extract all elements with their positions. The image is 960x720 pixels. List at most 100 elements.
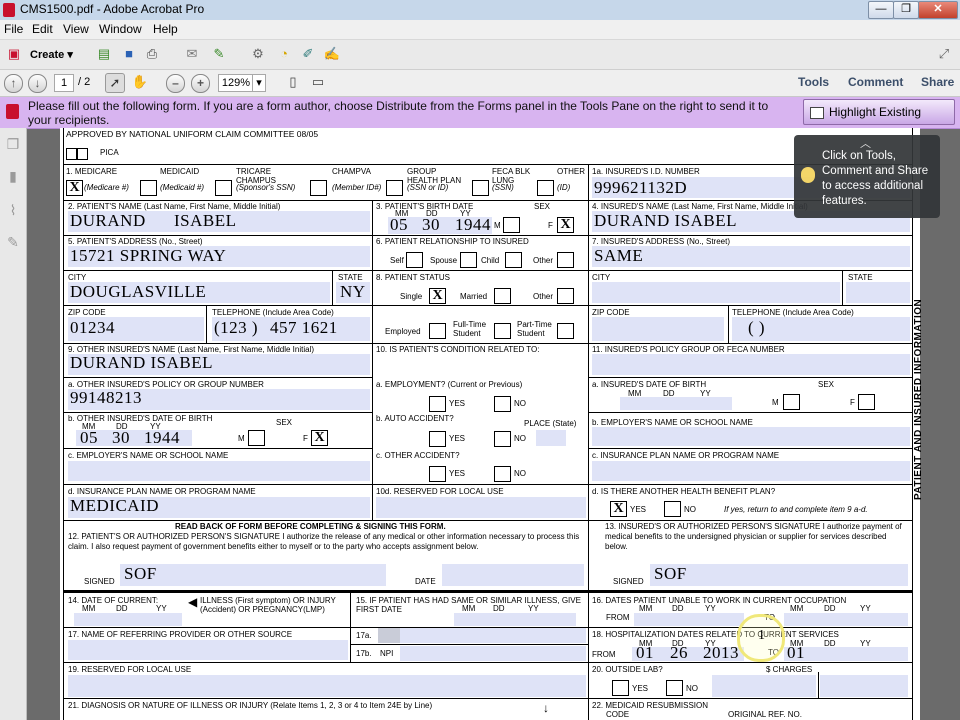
read-mode-icon[interactable]: ▭: [309, 73, 327, 91]
champva-checkbox[interactable]: [310, 180, 327, 196]
zoom-in-button[interactable]: +: [191, 74, 210, 93]
bookmarks-icon[interactable]: ▮: [5, 168, 21, 184]
parttime-checkbox[interactable]: [557, 323, 574, 339]
charges-cents-field[interactable]: [820, 675, 908, 697]
fulltime-checkbox[interactable]: [494, 323, 511, 339]
employment-yes-checkbox[interactable]: [429, 396, 446, 412]
next-page-icon[interactable]: ↓: [28, 74, 47, 93]
insured-zip-field[interactable]: [592, 317, 724, 341]
group-health-checkbox[interactable]: [386, 180, 403, 196]
highlight-text-icon[interactable]: ✐: [299, 45, 317, 63]
insured-signature-field[interactable]: [650, 564, 908, 586]
status-other-checkbox[interactable]: [557, 288, 574, 304]
tools-pane-button[interactable]: Tools: [798, 75, 829, 89]
other-program-checkbox[interactable]: [537, 180, 554, 196]
signature-date-field[interactable]: [442, 564, 584, 586]
tricare-sub: (Sponsor's SSN): [236, 183, 296, 192]
insured-female-checkbox[interactable]: [858, 394, 875, 410]
rel-other-checkbox[interactable]: [557, 252, 574, 268]
status-single-checkbox[interactable]: X: [429, 288, 446, 304]
create-button[interactable]: Create ▾: [30, 48, 73, 61]
zoom-level-input[interactable]: 129%: [218, 74, 254, 92]
insured-male-checkbox[interactable]: [783, 394, 800, 410]
page-thumbnails-icon[interactable]: ❐: [5, 136, 21, 152]
comment-pane-button[interactable]: Comment: [848, 75, 903, 89]
medicare-checkbox[interactable]: X: [66, 180, 83, 196]
other-employer-field[interactable]: [68, 461, 370, 481]
signatures-pen-icon[interactable]: ✎: [5, 234, 21, 250]
zoom-dropdown-icon[interactable]: ▾: [252, 74, 266, 92]
insured-city-field[interactable]: [592, 282, 840, 303]
comment-bubble-icon[interactable]: ◔: [275, 45, 293, 63]
other-accident-no-checkbox[interactable]: [494, 466, 511, 482]
edit-share-icon[interactable]: ✎: [210, 45, 228, 63]
maximize-button[interactable]: ❐: [893, 1, 919, 19]
rel-spouse-checkbox[interactable]: [460, 252, 477, 268]
employed-checkbox[interactable]: [429, 323, 446, 339]
save-icon[interactable]: ■: [120, 45, 138, 63]
auto-yes-checkbox[interactable]: [429, 431, 446, 447]
settings-gear-icon[interactable]: ⚙: [249, 45, 267, 63]
feca-checkbox[interactable]: [472, 180, 489, 196]
unable-to-field[interactable]: [784, 613, 908, 626]
tricare-checkbox[interactable]: [215, 180, 232, 196]
close-button[interactable]: ✕: [918, 1, 958, 19]
insured-state-field[interactable]: [846, 282, 910, 303]
another-plan-yes-checkbox[interactable]: X: [610, 501, 627, 517]
print-icon[interactable]: ⎙: [143, 45, 161, 63]
referring-provider-field[interactable]: [68, 640, 348, 660]
charges-field[interactable]: [712, 675, 816, 697]
hand-tool-icon[interactable]: ✋: [131, 73, 149, 91]
zoom-out-button[interactable]: –: [166, 74, 185, 93]
page-number-input[interactable]: 1: [54, 74, 74, 92]
pica-box-left[interactable]: [66, 148, 77, 160]
menu-file[interactable]: File: [4, 22, 23, 36]
other-female-checkbox[interactable]: X: [311, 430, 328, 446]
outside-lab-yes-checkbox[interactable]: [612, 680, 629, 696]
menu-window[interactable]: Window: [99, 22, 142, 36]
email-icon[interactable]: ✉: [183, 45, 201, 63]
insured-dob-field[interactable]: [620, 397, 732, 410]
similar-illness-field[interactable]: [454, 613, 576, 626]
unable-from-field[interactable]: [634, 613, 744, 626]
outside-lab-no-checkbox[interactable]: [666, 680, 683, 696]
highlight-existing-fields-button[interactable]: Highlight Existing Fields: [803, 99, 955, 143]
previous-page-icon[interactable]: ↑: [4, 74, 23, 93]
medicaid-checkbox[interactable]: [140, 180, 157, 196]
patient-signature-field[interactable]: [120, 564, 386, 586]
auto-no-checkbox[interactable]: [494, 431, 511, 447]
rel-child-checkbox[interactable]: [505, 252, 522, 268]
another-plan-no-label: NO: [684, 505, 696, 514]
status-married-checkbox[interactable]: [494, 288, 511, 304]
policy-group-field[interactable]: [592, 354, 910, 375]
minimize-button[interactable]: —: [868, 1, 894, 19]
patient-male-checkbox[interactable]: [503, 217, 520, 233]
open-folder-icon[interactable]: ▤: [95, 45, 113, 63]
auto-place-field[interactable]: [536, 430, 566, 446]
employer-field[interactable]: [592, 427, 910, 446]
attachments-paperclip-icon[interactable]: ⌇: [5, 202, 21, 218]
select-cursor-icon[interactable]: ➚: [105, 73, 125, 93]
menu-view[interactable]: View: [63, 22, 89, 36]
another-plan-no-checkbox[interactable]: [664, 501, 681, 517]
other-male-checkbox[interactable]: [248, 430, 265, 446]
employment-no-checkbox[interactable]: [494, 396, 511, 412]
insurance-plan-field[interactable]: [592, 461, 910, 481]
expand-icon[interactable]: ⤢: [935, 45, 953, 63]
similar-mm: MM: [462, 604, 476, 613]
menu-help[interactable]: Help: [153, 22, 178, 36]
pica-box-right[interactable]: [77, 148, 88, 160]
patient-female-checkbox[interactable]: X: [557, 217, 574, 233]
date-current-field[interactable]: [74, 613, 182, 626]
rel-self-checkbox[interactable]: [406, 252, 423, 268]
reserved-10d-field[interactable]: [376, 497, 586, 518]
item-17a-field[interactable]: [400, 628, 586, 643]
share-pane-button[interactable]: Share: [921, 75, 954, 89]
sign-icon[interactable]: ✍: [323, 45, 341, 63]
menu-edit[interactable]: Edit: [32, 22, 53, 36]
create-pdf-icon[interactable]: ▣: [5, 45, 23, 63]
fit-page-icon[interactable]: ▯: [284, 73, 302, 91]
other-accident-yes-checkbox[interactable]: [429, 466, 446, 482]
reserved-19-field[interactable]: [68, 675, 586, 697]
item-17b-npi-field[interactable]: [400, 646, 586, 661]
